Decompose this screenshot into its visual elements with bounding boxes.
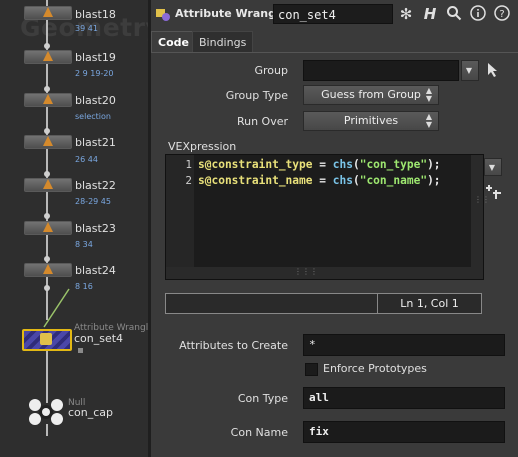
- run-over-value: Primitives: [343, 114, 399, 127]
- blast-icon: [43, 136, 53, 146]
- run-over-label: Run Over: [236, 115, 288, 128]
- create-spare-parameters-icon[interactable]: [486, 184, 502, 200]
- node-label: blast22: [75, 179, 116, 192]
- node-label: blast20: [75, 94, 116, 107]
- node-group: 8 34: [75, 240, 93, 249]
- cursor-position: Ln 1, Col 1: [400, 297, 459, 310]
- svg-text:?: ?: [499, 9, 504, 20]
- attribute-wrangle-icon: [156, 9, 170, 21]
- group-label: Group: [254, 64, 289, 77]
- vexpression-label: VEXpression: [168, 140, 237, 153]
- node-blast22[interactable]: [24, 178, 72, 192]
- node-wire: [43, 288, 70, 328]
- output-port[interactable]: [44, 256, 50, 262]
- group-type-label: Group Type: [225, 89, 288, 102]
- group-type-select[interactable]: Guess from Group ▲ ▼: [303, 85, 439, 105]
- blast-icon: [43, 264, 53, 274]
- line-number: 1: [185, 158, 192, 171]
- output-port[interactable]: [44, 171, 50, 177]
- parameter-tabs: Code Bindings: [151, 31, 518, 53]
- node-name-field[interactable]: con_set4: [273, 4, 393, 24]
- scroll-grip-icon: ⋮⋮⋮: [294, 267, 318, 276]
- group-menu-button[interactable]: ▼: [461, 60, 479, 81]
- node-label: blast19: [75, 51, 116, 64]
- node-label: blast21: [75, 136, 116, 149]
- con-type-label: Con Type: [237, 392, 288, 405]
- group-type-value: Guess from Group: [321, 88, 421, 101]
- horizontal-scrollbar[interactable]: ⋮⋮⋮: [166, 267, 483, 279]
- output-port[interactable]: [44, 213, 50, 219]
- parameter-pane: Attribute Wrangle con_set4 ✻ H ? Code Bi…: [151, 0, 518, 457]
- up-down-arrow-icon: ▲ ▼: [425, 86, 433, 103]
- blast-icon: [43, 179, 53, 189]
- con-name-field[interactable]: fix: [303, 421, 505, 443]
- blast-icon: [43, 51, 53, 61]
- blast-icon: [43, 7, 53, 17]
- con-type-field[interactable]: all: [303, 387, 505, 409]
- vex-code-editor[interactable]: 1 2 s@constraint_type = chs("con_type");…: [165, 154, 490, 280]
- node-label: blast24: [75, 264, 116, 277]
- parameter-header: Attribute Wrangle con_set4 ✻ H ?: [151, 0, 518, 30]
- search-icon[interactable]: [445, 5, 463, 23]
- help-h-icon[interactable]: H: [421, 5, 439, 23]
- blast-icon: [43, 222, 53, 232]
- up-down-arrow-icon: ▲ ▼: [425, 112, 433, 129]
- node-blast20[interactable]: [24, 93, 72, 107]
- vex-snippet-menu-button[interactable]: ▼: [484, 158, 502, 176]
- line-number: 2: [185, 174, 192, 187]
- node-label: blast23: [75, 222, 116, 235]
- blast-icon: [43, 94, 53, 104]
- code-line[interactable]: s@constraint_name = chs("con_name");: [198, 174, 441, 187]
- node-con-set4[interactable]: [22, 329, 72, 351]
- chevron-down-icon: ▼: [465, 66, 473, 75]
- tab-divider: [151, 52, 518, 53]
- attributes-to-create-field[interactable]: *: [303, 334, 505, 356]
- node-blast19[interactable]: [24, 50, 72, 64]
- node-group: 26 44: [75, 155, 98, 164]
- node-wire: [46, 347, 48, 403]
- group-field[interactable]: [303, 60, 459, 81]
- node-group: 39 41: [75, 24, 98, 33]
- output-port[interactable]: [44, 128, 50, 134]
- help-icon[interactable]: ?: [493, 5, 511, 23]
- node-group: selection: [75, 112, 111, 121]
- display-flag-icon[interactable]: [78, 348, 83, 353]
- node-blast23[interactable]: [24, 221, 72, 235]
- vertical-scrollbar[interactable]: ⋮⋮: [471, 155, 490, 277]
- chevron-down-icon: ▼: [488, 163, 496, 172]
- info-icon[interactable]: [469, 5, 487, 23]
- output-port[interactable]: [44, 86, 50, 92]
- con-name-label: Con Name: [230, 426, 288, 439]
- gear-icon[interactable]: ✻: [397, 5, 415, 23]
- node-label: con_cap: [68, 406, 114, 419]
- enforce-prototypes-label: Enforce Prototypes: [323, 362, 427, 375]
- select-arrow-icon[interactable]: [487, 63, 499, 77]
- network-editor[interactable]: Geometry blast18 39 41 blast19 2 9 19-20…: [0, 0, 148, 457]
- output-port[interactable]: [44, 43, 50, 49]
- node-group: 2 9 19-20: [75, 69, 114, 78]
- node-group: 28-29 45: [75, 197, 111, 206]
- run-over-select[interactable]: Primitives ▲ ▼: [303, 111, 439, 131]
- tab-bindings[interactable]: Bindings: [192, 31, 254, 53]
- node-blast21[interactable]: [24, 135, 72, 149]
- node-label: blast18: [75, 8, 116, 21]
- node-blast18[interactable]: [24, 6, 72, 20]
- editor-status-bar: Ln 1, Col 1: [165, 293, 482, 314]
- code-line[interactable]: s@constraint_type = chs("con_type");: [198, 158, 441, 171]
- attributes-to-create-label: Attributes to Create: [179, 339, 288, 352]
- wrangle-icon: [40, 333, 52, 345]
- operator-type-label: Attribute Wrangle: [175, 7, 288, 20]
- enforce-prototypes-checkbox[interactable]: [305, 363, 318, 376]
- line-number-gutter: 1 2: [166, 155, 194, 277]
- node-label: con_set4: [74, 332, 124, 345]
- tab-code[interactable]: Code: [151, 31, 196, 53]
- node-con-cap[interactable]: [28, 398, 64, 426]
- node-blast24[interactable]: [24, 263, 72, 277]
